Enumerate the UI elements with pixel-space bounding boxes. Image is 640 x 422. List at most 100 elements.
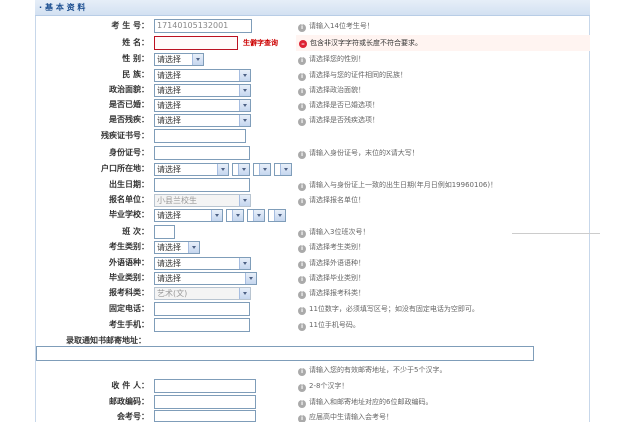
birth-hint: i 请输入与身份证上一致的出生日期(年月日例如19960106)！: [298, 177, 497, 193]
disability-cert-label: 残疾证书号：: [101, 131, 149, 140]
id-no-input[interactable]: [154, 146, 250, 160]
chevron-down-icon: [259, 164, 270, 175]
class-no-label: 班 次：: [122, 227, 149, 236]
info-icon: i: [298, 384, 306, 392]
row-birth: 出生日期： i 请输入与身份证上一致的出生日期(年月日例如19960106)！: [0, 177, 640, 193]
row-ethnicity: 民 族： 请选择 i 请选择与您的证件相同的民族！: [0, 67, 640, 83]
info-icon: i: [298, 198, 306, 206]
class-no-input[interactable]: [154, 225, 175, 239]
mail-addr-input[interactable]: [36, 346, 534, 361]
gender-label: 性 别：: [122, 54, 149, 63]
category-select[interactable]: 请选择: [154, 241, 200, 254]
mobile-input[interactable]: [154, 318, 250, 332]
phone-input[interactable]: [154, 302, 250, 316]
hukou-label: 户口所在地：: [101, 164, 149, 173]
unit-select[interactable]: 小县兰校生: [154, 194, 251, 207]
section-header: · 基 本 资 料: [35, 0, 590, 16]
school-city-select[interactable]: [226, 209, 244, 222]
chevron-down-icon: [188, 242, 199, 253]
exam-no-input[interactable]: 17140105132001: [154, 19, 252, 33]
chevron-down-icon: [245, 273, 256, 284]
chevron-down-icon: [239, 288, 250, 299]
section-title: 基 本 资 料: [45, 3, 86, 12]
row-married: 是否已婚： 请选择 i 请选择是否已婚选项！: [0, 97, 640, 113]
name-input[interactable]: [154, 36, 238, 50]
birth-label: 出生日期：: [109, 180, 149, 189]
language-label: 外语语种：: [109, 258, 149, 267]
birth-input[interactable]: [154, 178, 250, 192]
postcode-input[interactable]: [154, 395, 256, 409]
gender-hint: i 请选择您的性别！: [298, 51, 365, 67]
chevron-down-icon: [238, 164, 249, 175]
row-grad-type: 毕业类别： 请选择 i 请选择毕业类别！: [0, 270, 640, 286]
chevron-down-icon: [274, 210, 285, 221]
rare-char-lookup-link[interactable]: 生僻字查询: [243, 35, 278, 51]
subject-select[interactable]: 艺术(文): [154, 287, 251, 300]
chevron-down-icon: [280, 164, 291, 175]
unit-label: 报名单位：: [109, 195, 149, 204]
chevron-down-icon: [239, 258, 250, 269]
subject-hint: i 请选择报考科类！: [298, 285, 365, 301]
school-name-select[interactable]: [268, 209, 286, 222]
school-label: 毕业学校：: [109, 210, 149, 219]
politics-select[interactable]: 请选择: [154, 84, 251, 97]
row-postcode: 邮政编码： i 请输入和邮寄地址对应的6位邮政编码。: [0, 394, 640, 410]
chevron-down-icon: [232, 210, 243, 221]
grad-type-select[interactable]: 请选择: [154, 272, 257, 285]
phone-hint: i 11位数字，必须填写区号；如没有固定电话为空即可。: [298, 301, 479, 317]
info-icon: i: [298, 307, 306, 315]
exam-no-hint: i 请输入14位考生号！: [298, 18, 374, 34]
hs-no-input[interactable]: [154, 410, 256, 422]
postcode-hint: i 请输入和邮寄地址对应的6位邮政编码。: [298, 394, 432, 410]
row-name: 姓 名： 生僻字查询 – 包含非汉字字符或长度不符合要求。: [0, 35, 640, 51]
row-subject: 报考科类： 艺术(文) i 请选择报考科类！: [0, 285, 640, 301]
politics-label: 政治面貌：: [109, 85, 149, 94]
row-disabled: 是否残疾： 请选择 i 请选择是否残疾选项！: [0, 112, 640, 128]
row-exam-no: 考 生 号： 17140105132001 i 请输入14位考生号！: [0, 18, 640, 34]
row-gender: 性 别： 请选择 i 请选择您的性别！: [0, 51, 640, 67]
class-no-hint: i 请输入3位班次号！: [298, 224, 369, 240]
info-icon: i: [298, 118, 306, 126]
info-icon: i: [298, 291, 306, 299]
info-icon: i: [298, 88, 306, 96]
chevron-down-icon: [192, 54, 203, 65]
phone-label: 固定电话：: [109, 304, 149, 313]
disabled-select[interactable]: 请选择: [154, 114, 251, 127]
row-recipient: 收 件 人： i 2-8个汉字！: [0, 378, 640, 394]
info-icon: i: [298, 24, 306, 32]
row-phone: 固定电话： i 11位数字，必须填写区号；如没有固定电话为空即可。: [0, 301, 640, 317]
info-icon: i: [298, 415, 306, 422]
row-hs-no: 会考号： i 应届高中生请输入会考号！: [0, 409, 640, 422]
language-select[interactable]: 请选择: [154, 257, 251, 270]
married-hint: i 请选择是否已婚选项！: [298, 97, 379, 113]
info-icon: i: [298, 73, 306, 81]
recipient-label: 收 件 人：: [111, 381, 149, 390]
info-icon: i: [298, 183, 306, 191]
disability-cert-input[interactable]: [154, 129, 246, 143]
info-icon: i: [298, 261, 306, 269]
category-hint: i 请选择考生类别！: [298, 239, 365, 255]
row-category: 考生类别： 请选择 i 请选择考生类别！: [0, 239, 640, 255]
school-province-select[interactable]: 请选择: [154, 209, 223, 222]
recipient-input[interactable]: [154, 379, 256, 393]
chevron-down-icon: [217, 164, 228, 175]
gender-select[interactable]: 请选择: [154, 53, 204, 66]
row-politics: 政治面貌： 请选择 i 请选择政治面貌！: [0, 82, 640, 98]
error-icon: –: [299, 40, 307, 48]
info-icon: i: [298, 368, 306, 376]
row-class-no: 班 次： i 请输入3位班次号！: [0, 224, 640, 240]
hukou-city-select[interactable]: [232, 163, 250, 176]
married-select[interactable]: 请选择: [154, 99, 251, 112]
chevron-down-icon: [239, 100, 250, 111]
ethnicity-select[interactable]: 请选择: [154, 69, 251, 82]
hukou-town-select[interactable]: [274, 163, 292, 176]
info-icon: i: [298, 230, 306, 238]
row-unit: 报名单位： 小县兰校生 i 请选择报名单位！: [0, 192, 640, 208]
school-county-select[interactable]: [247, 209, 265, 222]
ethnicity-label: 民 族：: [122, 70, 149, 79]
info-icon: i: [298, 245, 306, 253]
hukou-county-select[interactable]: [253, 163, 271, 176]
postcode-label: 邮政编码：: [109, 397, 149, 406]
info-icon: i: [298, 400, 306, 408]
hukou-province-select[interactable]: 请选择: [154, 163, 229, 176]
